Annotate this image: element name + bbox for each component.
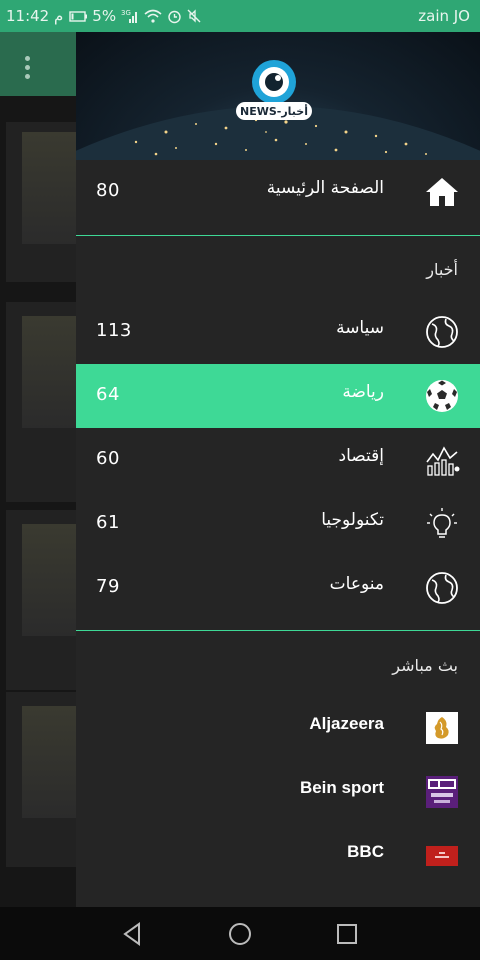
navigation-drawer: NEWS-أخبار 80 الصفحة الرئيسية أخبار 113 …: [76, 32, 480, 907]
item-count: 64: [96, 384, 120, 405]
news-thumbnail: [22, 706, 80, 818]
globe-icon: [426, 316, 458, 348]
channel-label: BBC: [347, 842, 384, 861]
divider: [76, 235, 480, 236]
section-title-news: أخبار: [426, 260, 458, 279]
home-button-icon[interactable]: [227, 921, 253, 947]
item-count: 60: [96, 448, 120, 469]
item-label: الصفحة الرئيسية: [266, 178, 384, 198]
logo-text: NEWS-أخبار: [240, 104, 308, 118]
lightbulb-icon: [427, 508, 457, 538]
overflow-menu-icon[interactable]: [22, 56, 34, 82]
section-title-live: بث مباشر: [392, 656, 458, 675]
signal-icon: 3G: [121, 9, 138, 23]
status-icons: 5% 3G: [69, 7, 201, 25]
item-label: منوعات: [329, 574, 384, 594]
battery-icon: [69, 10, 88, 22]
clock: 11:42 م: [6, 7, 64, 25]
svg-text:3G: 3G: [121, 9, 131, 17]
aljazeera-logo: [426, 712, 458, 744]
drawer-item-aljazeera[interactable]: Aljazeera: [76, 696, 480, 760]
status-left: 11:42 م 5% 3G: [6, 7, 201, 25]
battery-percent: 5%: [92, 7, 117, 25]
carrier-name: zain JO: [418, 7, 470, 25]
news-card[interactable]: [6, 122, 80, 282]
alarm-icon: [168, 10, 181, 23]
drawer-item-misc[interactable]: 79 منوعات: [76, 556, 480, 620]
drawer-item-politics[interactable]: 113 سياسة: [76, 300, 480, 364]
news-card[interactable]: [6, 302, 80, 502]
drawer-item-bein-sport[interactable]: Bein sport: [76, 760, 480, 824]
recents-button-icon[interactable]: [334, 921, 360, 947]
bein-sports-logo: [426, 776, 458, 808]
news-thumbnail: [22, 316, 80, 428]
system-nav-bar: [0, 907, 480, 960]
news-thumbnail: [22, 524, 80, 636]
soccer-ball-icon: [426, 380, 458, 412]
globe-icon: [426, 572, 458, 604]
drawer-item-economy[interactable]: 60 إقتصاد: [76, 428, 480, 492]
news-app-logo: NEWS-أخبار: [236, 60, 312, 120]
drawer-item-technology[interactable]: 61 تكنولوجيا: [76, 492, 480, 556]
item-label: رياضة: [342, 382, 384, 402]
mute-icon: [187, 9, 201, 23]
back-button-icon[interactable]: [120, 921, 146, 947]
divider: [76, 630, 480, 631]
item-label: تكنولوجيا: [321, 510, 384, 530]
item-label: إقتصاد: [338, 446, 384, 466]
economy-chart-icon: [426, 446, 460, 476]
news-card[interactable]: [6, 692, 80, 867]
item-count: 79: [96, 576, 120, 597]
item-count: 61: [96, 512, 120, 533]
bbc-logo: [426, 846, 458, 866]
news-card[interactable]: [6, 510, 80, 690]
news-thumbnail: [22, 132, 80, 244]
channel-label: Bein sport: [299, 778, 384, 797]
wifi-icon: [144, 9, 162, 23]
item-count: 80: [96, 180, 120, 201]
item-count: 113: [96, 320, 132, 341]
channel-label: Aljazeera: [309, 714, 384, 733]
drawer-header: NEWS-أخبار: [76, 32, 480, 160]
drawer-item-sports[interactable]: 64 رياضة: [76, 364, 480, 428]
drawer-item-home[interactable]: 80 الصفحة الرئيسية: [76, 160, 480, 224]
drawer-item-bbc[interactable]: BBC: [76, 824, 480, 888]
item-label: سياسة: [336, 318, 384, 338]
status-bar: 11:42 م 5% 3G zain JO: [0, 0, 480, 32]
home-icon: [426, 178, 458, 206]
